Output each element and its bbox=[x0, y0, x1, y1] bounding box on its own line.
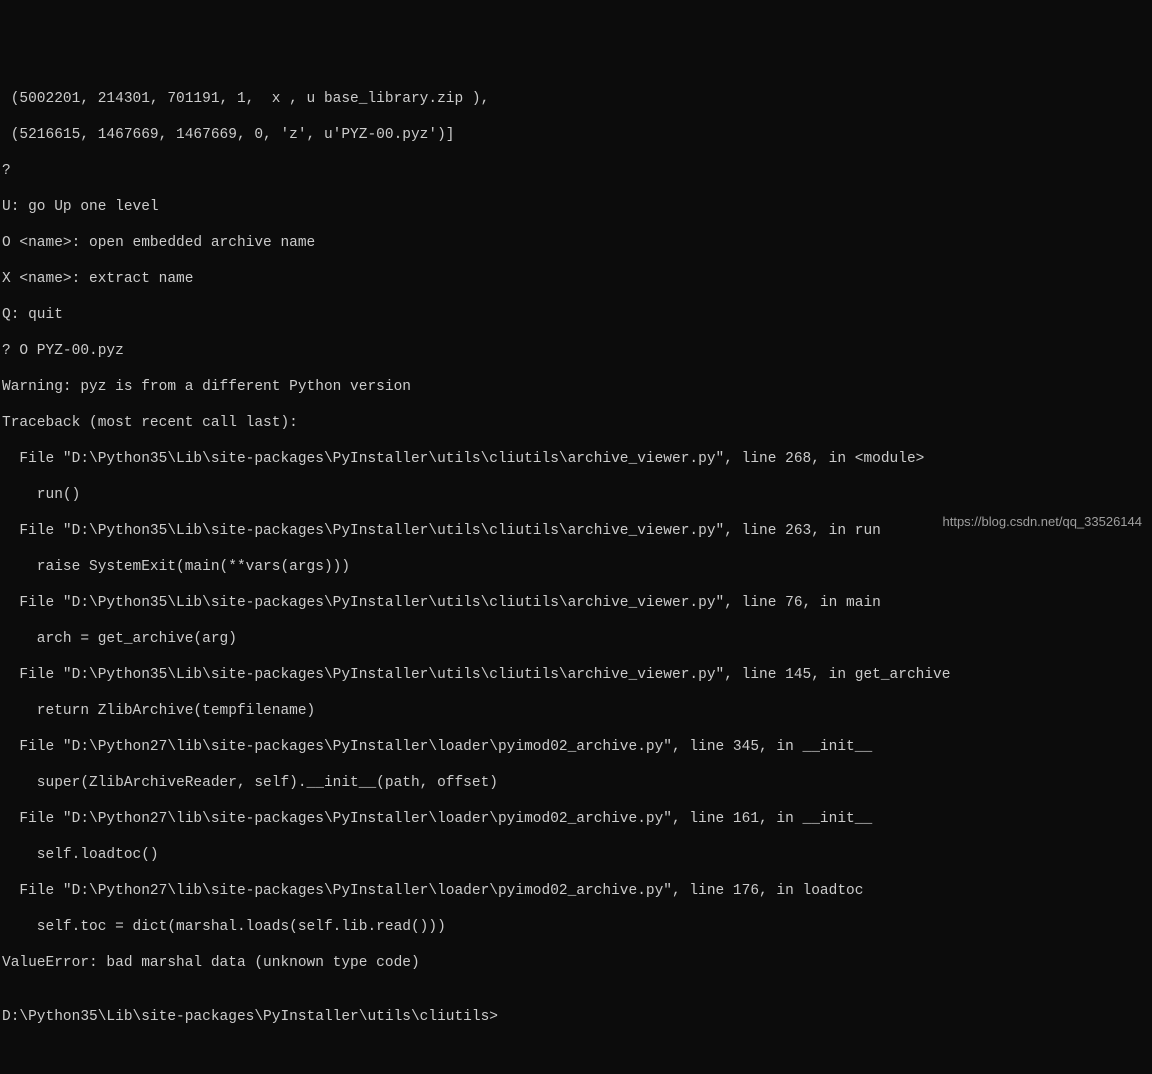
output-line: Warning: pyz is from a different Python … bbox=[2, 378, 1150, 396]
output-line: arch = get_archive(arg) bbox=[2, 630, 1150, 648]
output-line: File "D:\Python35\Lib\site-packages\PyIn… bbox=[2, 666, 1150, 684]
output-line: O <name>: open embedded archive name bbox=[2, 234, 1150, 252]
output-line: (5216615, 1467669, 1467669, 0, 'z', u'PY… bbox=[2, 126, 1150, 144]
output-line: ? bbox=[2, 162, 1150, 180]
output-line: ? O PYZ-00.pyz bbox=[2, 342, 1150, 360]
output-line: self.loadtoc() bbox=[2, 846, 1150, 864]
output-line: Q: quit bbox=[2, 306, 1150, 324]
output-line: File "D:\Python35\Lib\site-packages\PyIn… bbox=[2, 450, 1150, 468]
output-line: File "D:\Python27\lib\site-packages\PyIn… bbox=[2, 810, 1150, 828]
terminal-output[interactable]: (5002201, 214301, 701191, 1, x , u base_… bbox=[2, 72, 1150, 1044]
output-line: return ZlibArchive(tempfilename) bbox=[2, 702, 1150, 720]
output-line: raise SystemExit(main(**vars(args))) bbox=[2, 558, 1150, 576]
output-line: File "D:\Python35\Lib\site-packages\PyIn… bbox=[2, 594, 1150, 612]
prompt-line[interactable]: D:\Python35\Lib\site-packages\PyInstalle… bbox=[2, 1008, 1150, 1026]
watermark: https://blog.csdn.net/qq_33526144 bbox=[943, 513, 1143, 531]
output-line: U: go Up one level bbox=[2, 198, 1150, 216]
output-line: run() bbox=[2, 486, 1150, 504]
output-line: X <name>: extract name bbox=[2, 270, 1150, 288]
output-line: (5002201, 214301, 701191, 1, x , u base_… bbox=[2, 90, 1150, 108]
output-line: File "D:\Python27\lib\site-packages\PyIn… bbox=[2, 882, 1150, 900]
output-line: super(ZlibArchiveReader, self).__init__(… bbox=[2, 774, 1150, 792]
output-line: File "D:\Python27\lib\site-packages\PyIn… bbox=[2, 738, 1150, 756]
output-line: ValueError: bad marshal data (unknown ty… bbox=[2, 954, 1150, 972]
output-line: self.toc = dict(marshal.loads(self.lib.r… bbox=[2, 918, 1150, 936]
output-line: Traceback (most recent call last): bbox=[2, 414, 1150, 432]
